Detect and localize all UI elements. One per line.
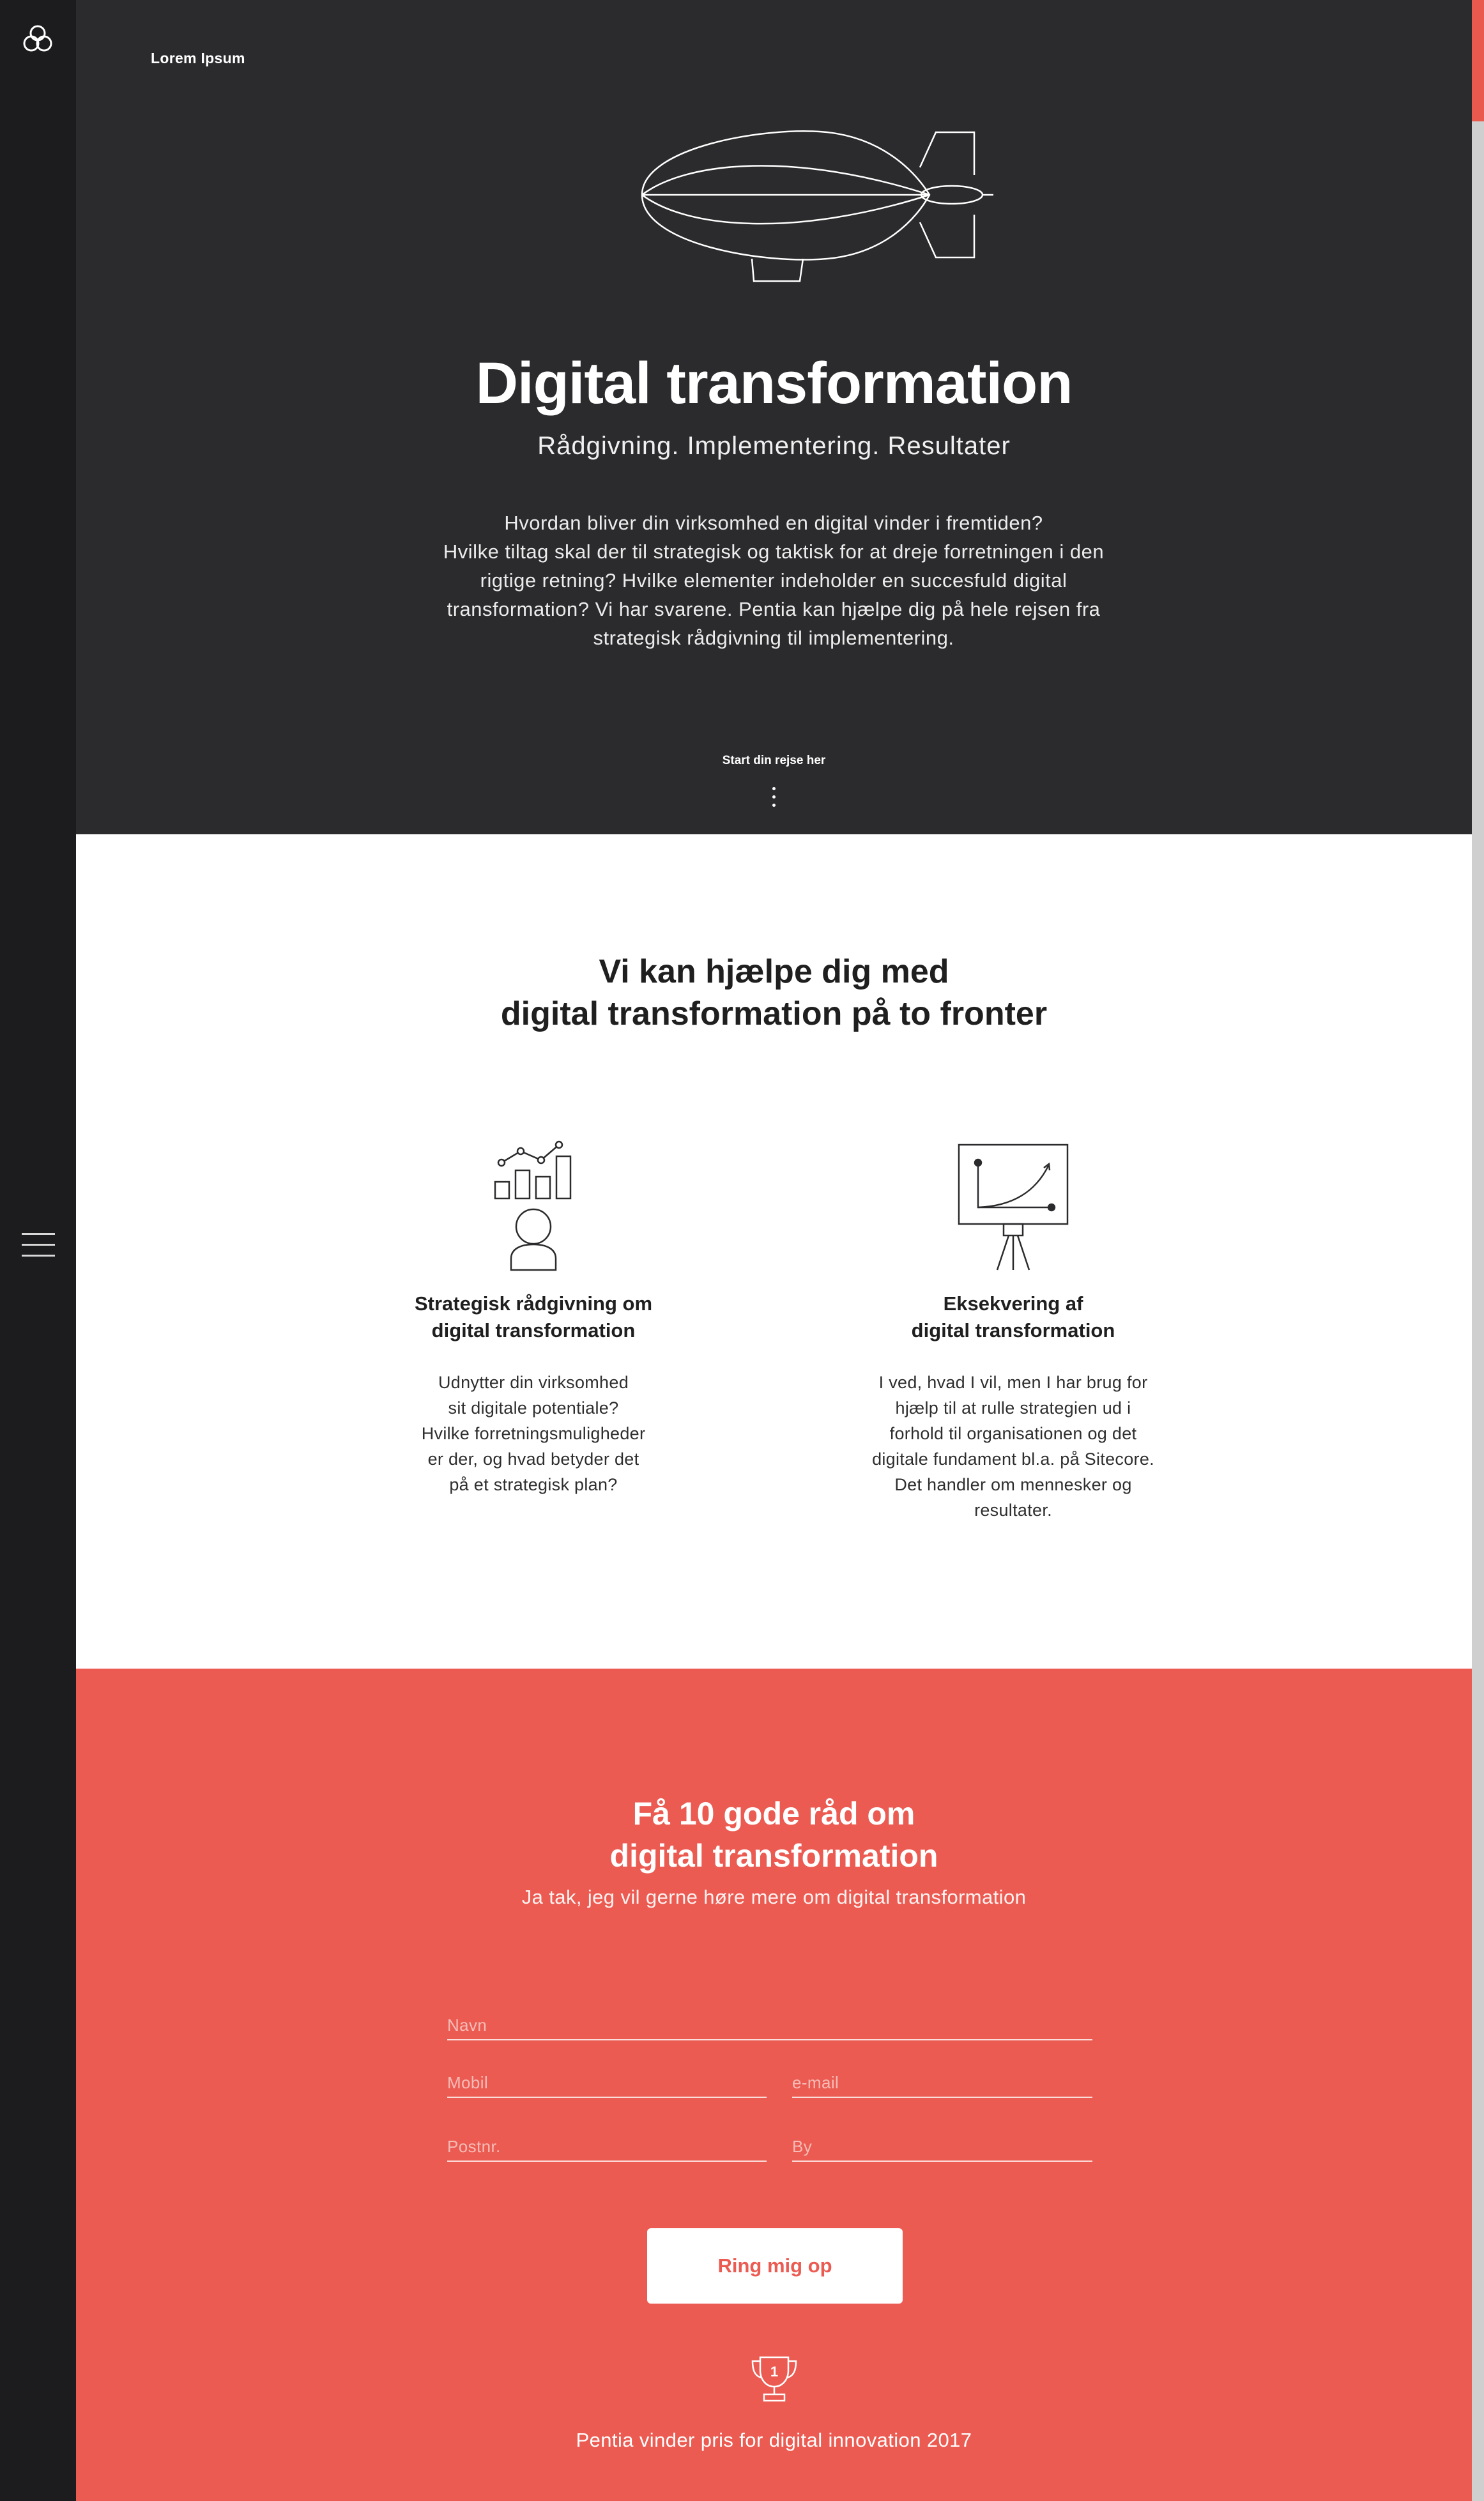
services-heading-line: digital transformation på to fronter [500,995,1048,1032]
brand-name[interactable]: Lorem Ipsum [151,50,245,67]
page-scrollbar[interactable] [1472,0,1484,2501]
email-field [792,2070,1092,2098]
intro-line: Hvilke tiltag skal der til strategisk og… [443,540,1105,563]
service-title-line: digital transformation [911,1319,1115,1342]
sidebar [0,0,76,2501]
lead-subtitle: Ja tak, jeg vil gerne høre mere om digit… [521,1886,1027,1908]
hero-intro: Hvordan bliver din virksomhed en digital… [390,509,1157,652]
intro-line: transformation? Vi har svarene. Pentia k… [447,598,1101,620]
page-main: Lorem Ipsum Digital transformation Rådgi… [76,0,1472,2501]
hero-tagline: Rådgivning. Implementering. Resultater [537,432,1011,460]
city-input[interactable] [792,2134,1092,2159]
lead-heading-line: Få 10 gode råd om [632,1796,915,1832]
service-strategy: Strategisk rådgivning om digital transfo… [367,1137,700,1497]
intro-line: rigtige retning? Hvilke elementer indeho… [480,569,1067,592]
service-body-line: Det handler om mennesker og [894,1475,1132,1494]
name-input[interactable] [447,2012,1092,2038]
svg-text:1: 1 [770,2364,778,2380]
service-body: Udnytter din virksomhed sit digitale pot… [367,1370,700,1497]
knot-logo-icon[interactable] [18,19,57,59]
zip-field [447,2134,767,2162]
service-body-line: I ved, hvad I vil, men I har brug for [878,1373,1148,1392]
service-body-line: på et strategisk plan? [449,1475,618,1494]
blimp-icon [641,130,993,282]
intro-line: strategisk rådgivning til implementering… [593,627,954,649]
service-body-line: Udnytter din virksomhed [438,1373,629,1392]
service-body: I ved, hvad I vil, men I har brug for hj… [847,1370,1179,1523]
services-section: Vi kan hjælpe dig med digital transforma… [76,834,1472,1669]
email-input[interactable] [792,2070,1092,2095]
service-title-line: Strategisk rådgivning om [414,1292,653,1315]
service-title: Eksekvering af digital transformation [847,1290,1179,1344]
strategy-chart-person-icon [494,1140,572,1271]
service-title: Strategisk rådgivning om digital transfo… [367,1290,700,1344]
lead-heading-line: digital transformation [609,1838,938,1874]
intro-line: Hvordan bliver din virksomhed en digital… [504,512,1043,534]
service-title-line: digital transformation [431,1319,636,1342]
hamburger-menu-icon[interactable] [22,1233,55,1258]
service-body-line: sit digitale potentiale? [448,1398,619,1418]
services-heading-line: Vi kan hjælpe dig med [599,953,949,990]
service-execution: Eksekvering af digital transformation I … [847,1137,1179,1523]
mobile-input[interactable] [447,2070,767,2095]
zip-input[interactable] [447,2134,767,2159]
service-body-line: resultater. [974,1501,1052,1520]
presentation-board-icon [958,1143,1069,1271]
service-body-line: digitale fundament bl.a. på Sitecore. [872,1449,1154,1469]
scrollbar-thumb[interactable] [1472,0,1484,121]
start-journey-link[interactable]: Start din rejse her [76,754,1472,768]
service-body-line: er der, og hvad betyder det [427,1449,639,1469]
call-me-button[interactable]: Ring mig op [647,2228,903,2304]
service-body-line: hjælp til at rulle strategien ud i [895,1398,1131,1418]
service-body-line: forhold til organisationen og det [889,1424,1137,1443]
mobile-field [447,2070,767,2098]
lead-heading: Få 10 gode råd om digital transformation [76,1793,1472,1877]
name-field [447,2012,1092,2040]
hero-section: Lorem Ipsum Digital transformation Rådgi… [76,0,1472,834]
scroll-down-icon[interactable] [772,787,776,809]
trophy-icon: 1 [751,2356,797,2402]
lead-form-section: Få 10 gode råd om digital transformation… [76,1669,1472,2501]
services-heading: Vi kan hjælpe dig med digital transforma… [76,951,1472,1035]
page-title: Digital transformation [475,351,1073,416]
award-text: Pentia vinder pris for digital innovatio… [576,2429,972,2451]
service-title-line: Eksekvering af [943,1292,1083,1315]
city-field [792,2134,1092,2162]
service-body-line: Hvilke forretningsmuligheder [421,1424,646,1443]
